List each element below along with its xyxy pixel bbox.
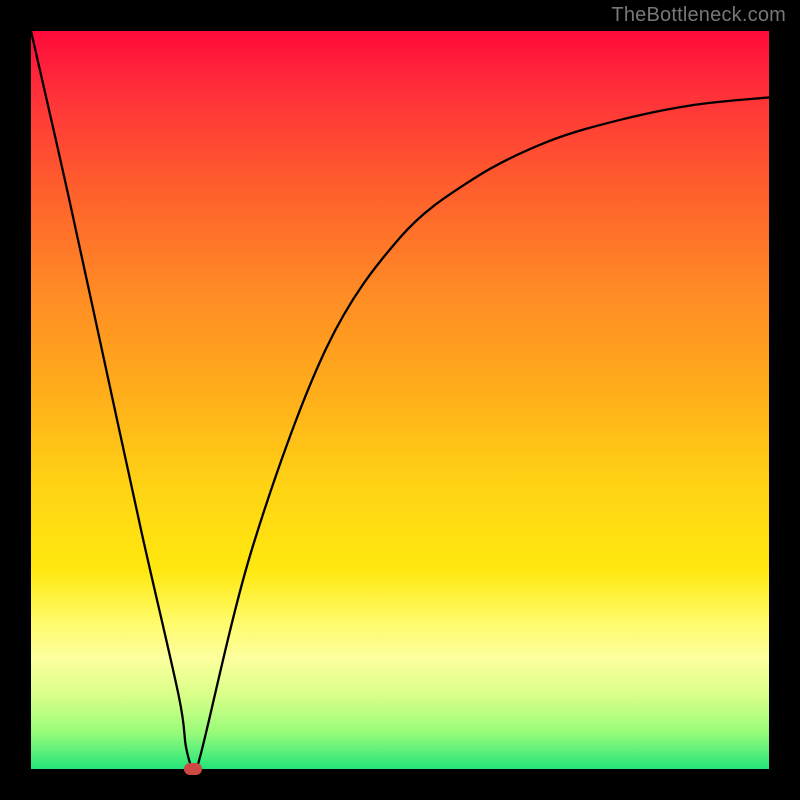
minimum-marker — [184, 763, 202, 775]
curve-path — [31, 31, 769, 769]
chart-frame: TheBottleneck.com — [0, 0, 800, 800]
watermark-label: TheBottleneck.com — [611, 4, 786, 27]
curve-svg — [31, 31, 769, 769]
plot-area — [31, 31, 769, 769]
